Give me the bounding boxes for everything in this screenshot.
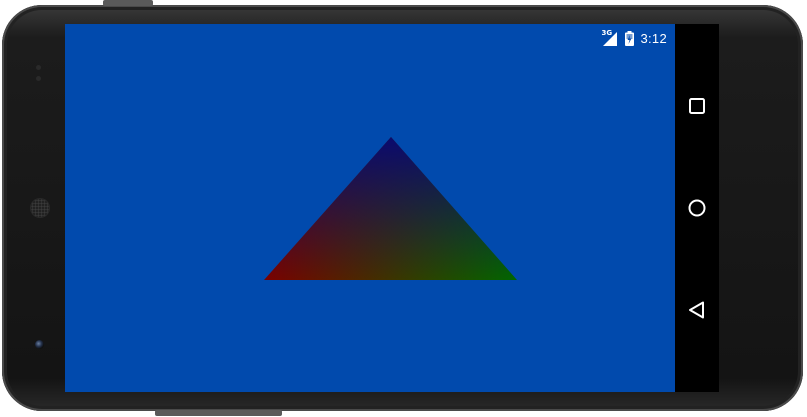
- app-screen[interactable]: 3G 3:12: [65, 24, 675, 392]
- front-camera: [35, 340, 44, 349]
- status-bar: 3G 3:12: [601, 28, 667, 48]
- proximity-sensor: [36, 65, 41, 70]
- power-button[interactable]: [103, 0, 153, 6]
- cell-signal-icon: 3G: [601, 29, 619, 46]
- home-button[interactable]: [675, 188, 719, 228]
- home-circle-icon: [688, 199, 706, 217]
- earpiece-speaker: [31, 199, 49, 217]
- recent-apps-button[interactable]: [675, 86, 719, 126]
- volume-button[interactable]: [155, 410, 282, 416]
- gl-surface[interactable]: [65, 24, 675, 392]
- gradient-triangle: [264, 137, 517, 280]
- light-sensor: [36, 76, 41, 81]
- status-time: 3:12: [640, 30, 667, 46]
- recent-apps-square-icon: [689, 98, 705, 114]
- battery-charging-icon: [625, 30, 635, 46]
- back-triangle-icon: [689, 301, 704, 319]
- back-button[interactable]: [675, 290, 719, 330]
- navigation-bar: [675, 24, 719, 392]
